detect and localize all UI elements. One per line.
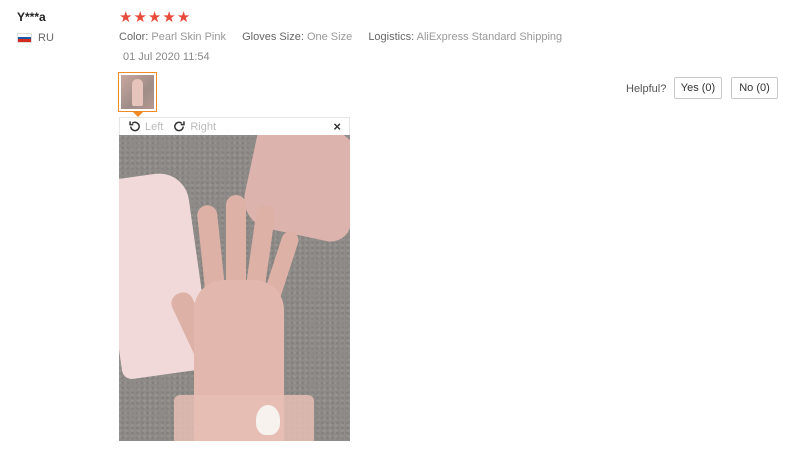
star-icon: ★ (133, 9, 147, 26)
reviewer-name: Y***a (17, 10, 46, 24)
star-icon: ★ (147, 9, 162, 26)
country-code: RU (38, 32, 54, 44)
color-key: Color: (119, 31, 149, 43)
thumbnail-image (121, 75, 154, 109)
review-photo-large (119, 135, 350, 441)
rating-stars: ★ ★ ★ ★ ★ (119, 9, 190, 27)
logistics-key: Logistics: (368, 31, 415, 43)
rotate-right-icon (174, 121, 186, 132)
product-attributes: Color: Pearl Skin Pink Gloves Size: One … (119, 31, 562, 43)
close-icon[interactable]: × (333, 119, 341, 134)
helpful-no-button[interactable]: No (0) (731, 77, 778, 99)
photo-viewer-toolbar: Left Right × (119, 117, 350, 135)
helpful-label: Helpful? (626, 83, 667, 95)
rotate-right-label: Right (190, 120, 217, 133)
review-photo-thumbnail[interactable] (118, 72, 157, 112)
logistics-value: AliExpress Standard Shipping (416, 31, 563, 43)
size-key: Gloves Size: (242, 31, 304, 43)
rotate-left-label: Left (145, 120, 164, 133)
star-icon: ★ (162, 9, 176, 26)
rotate-right-button[interactable]: Right (173, 120, 216, 133)
star-icon: ★ (119, 9, 133, 26)
rotate-left-button[interactable]: Left (128, 120, 163, 133)
russia-flag-icon (17, 33, 32, 43)
reviewer-country: RU (17, 32, 54, 44)
size-value: One Size (306, 31, 353, 43)
review-date: 01 Jul 2020 11:54 (123, 51, 210, 63)
rotate-left-icon (129, 121, 140, 132)
star-icon: ★ (176, 9, 191, 26)
helpful-yes-button[interactable]: Yes (0) (674, 77, 722, 99)
color-value: Pearl Skin Pink (151, 31, 226, 43)
